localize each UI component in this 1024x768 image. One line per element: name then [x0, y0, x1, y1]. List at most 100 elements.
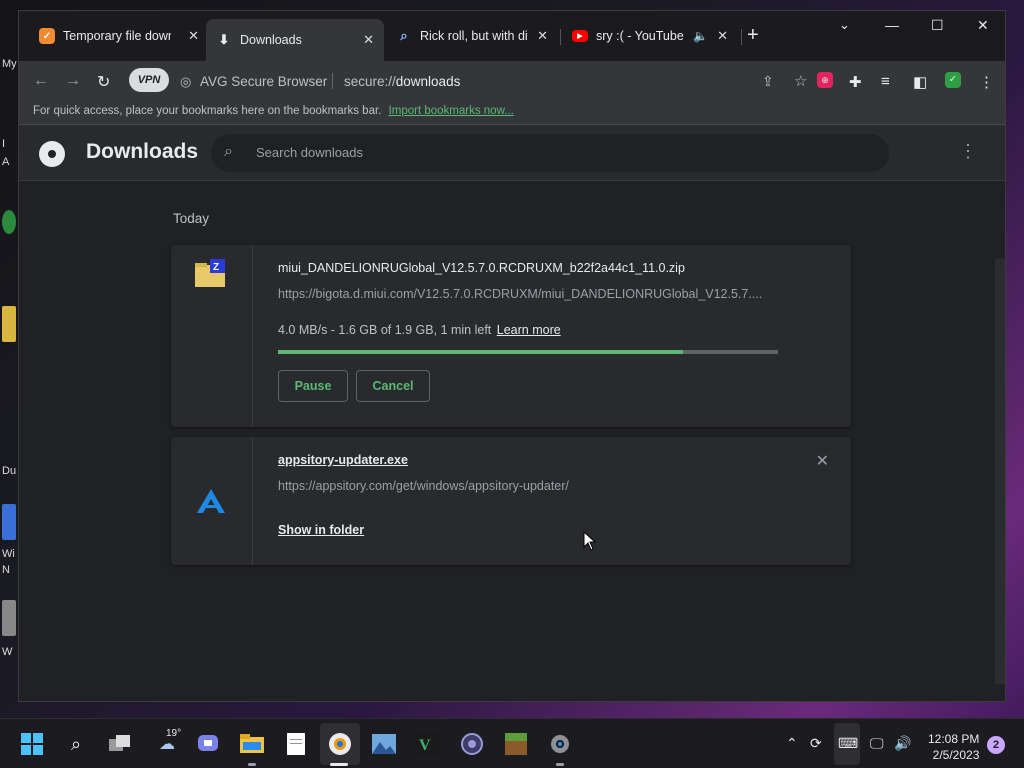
- clock[interactable]: 12:08 PM 2/5/2023: [928, 731, 979, 763]
- notepad-icon[interactable]: [284, 732, 308, 756]
- more-options-icon[interactable]: ⋮: [959, 141, 977, 162]
- sync-icon[interactable]: ⟳: [810, 735, 822, 752]
- task-view-icon[interactable]: [108, 732, 132, 756]
- download-item: appsitory-updater.exe https://appsitory.…: [171, 437, 851, 565]
- page-title: Downloads: [86, 140, 199, 163]
- url-text[interactable]: secure://downloads: [344, 74, 460, 89]
- forward-arrow-icon[interactable]: →: [65, 72, 81, 90]
- audio-playing-icon[interactable]: 🔈: [693, 29, 708, 43]
- svg-text:Z: Z: [213, 262, 219, 273]
- bookmarks-message: For quick access, place your bookmarks h…: [33, 105, 382, 117]
- tab-separator: [741, 29, 742, 45]
- avg-browser-icon[interactable]: [328, 732, 352, 756]
- side-panel-icon[interactable]: ◧: [913, 73, 927, 91]
- file-name-link[interactable]: appsitory-updater.exe: [278, 453, 408, 467]
- mouse-cursor-icon: [583, 531, 597, 551]
- address-bar[interactable]: ◎ AVG Secure Browser secure://downloads …: [174, 66, 807, 96]
- weather-widget[interactable]: ☁ 19°: [152, 728, 182, 756]
- learn-more-link[interactable]: Learn more: [497, 323, 561, 337]
- close-icon[interactable]: ✕: [537, 28, 548, 44]
- desktop-icon[interactable]: [2, 210, 16, 234]
- tab-temporary-file[interactable]: ✓ Temporary file download ✕: [29, 19, 209, 53]
- tab-downloads[interactable]: ⬇ Downloads ✕: [206, 19, 384, 61]
- tab-rick-roll[interactable]: ⌕ Rick roll, but with different ✕: [386, 19, 558, 53]
- file-url[interactable]: https://appsitory.com/get/windows/appsit…: [278, 479, 778, 493]
- settings-gear-icon[interactable]: [548, 732, 572, 756]
- minimize-button[interactable]: —: [885, 17, 899, 33]
- extensions-puzzle-icon[interactable]: ✚: [849, 73, 862, 91]
- download-icon: ⬇: [218, 32, 230, 47]
- new-tab-button[interactable]: +: [747, 24, 759, 47]
- tab-separator: [560, 29, 561, 45]
- volume-icon[interactable]: 🔊: [894, 735, 911, 752]
- desktop-icon[interactable]: [2, 306, 16, 342]
- menu-kebab-icon[interactable]: ⋮: [979, 73, 994, 91]
- notification-badge[interactable]: 2: [987, 736, 1005, 754]
- tab-youtube[interactable]: ▶ sry :( - YouTube 🔈 ✕: [562, 19, 738, 53]
- svg-text:V: V: [419, 737, 431, 754]
- desktop-icon[interactable]: [2, 600, 16, 636]
- download-progress-bar: [278, 350, 778, 354]
- bookmarks-bar: For quick access, place your bookmarks h…: [19, 101, 1005, 125]
- file-icon-area: Z: [171, 245, 253, 427]
- file-explorer-icon[interactable]: [240, 732, 264, 756]
- close-icon[interactable]: ✕: [717, 28, 728, 44]
- download-item: Z miui_DANDELIONRUGlobal_V12.5.7.0.RCDRU…: [171, 245, 851, 427]
- desktop-label: N: [2, 564, 10, 576]
- media-queue-icon[interactable]: ≡: [881, 73, 890, 90]
- chevron-up-icon[interactable]: ⌃: [786, 735, 798, 752]
- back-arrow-icon[interactable]: ←: [33, 72, 49, 90]
- running-indicator: [248, 763, 256, 766]
- desktop-strip: My I A Du Wi N W: [0, 0, 18, 700]
- avg-icon: ✓: [39, 28, 55, 44]
- appsitory-icon: [197, 489, 225, 513]
- download-status: 4.0 MB/s - 1.6 GB of 1.9 GB, 1 min left …: [278, 323, 561, 337]
- remove-item-close-icon[interactable]: ✕: [816, 451, 829, 471]
- close-icon[interactable]: ✕: [188, 28, 199, 44]
- search-icon[interactable]: ⌕: [224, 143, 233, 161]
- tab-search-chevron-icon[interactable]: ⌄: [839, 17, 850, 33]
- youtube-icon: ▶: [572, 30, 588, 42]
- show-in-folder-link[interactable]: Show in folder: [278, 523, 364, 537]
- running-indicator: [556, 763, 564, 766]
- share-icon[interactable]: ⇪: [762, 73, 774, 90]
- browser-toolbar: ← → ↻ VPN ◎ AVG Secure Browser secure://…: [19, 61, 1005, 101]
- desktop-label: My: [2, 58, 17, 70]
- secure-shield-icon[interactable]: ◎: [180, 74, 191, 90]
- import-bookmarks-link[interactable]: Import bookmarks now...: [389, 105, 514, 117]
- date-group-label: Today: [173, 211, 210, 226]
- photos-icon[interactable]: [372, 732, 396, 756]
- bookmark-star-icon[interactable]: ☆: [794, 72, 807, 90]
- gta-app-icon[interactable]: V: [416, 732, 440, 756]
- keyboard-icon[interactable]: ⌨: [838, 735, 858, 752]
- close-icon[interactable]: ✕: [363, 32, 374, 48]
- taskbar: ⌕ ☁ 19° V ⌃ ⟳ ⌨ 🖵 🔊 12:08 PM 2/5/2023 2: [0, 718, 1024, 768]
- teams-chat-icon[interactable]: [196, 732, 220, 756]
- vpn-button[interactable]: VPN: [129, 68, 169, 92]
- desktop-icon[interactable]: [2, 504, 16, 540]
- downloads-header: Downloads ⌕ Search downloads ⋮: [19, 125, 1005, 181]
- close-window-button[interactable]: ✕: [977, 17, 989, 34]
- browser-window: ✓ Temporary file download ✕ ⬇ Downloads …: [18, 10, 1006, 702]
- file-url[interactable]: https://bigota.d.miui.com/V12.5.7.0.RCDR…: [278, 287, 778, 301]
- search-icon[interactable]: ⌕: [64, 732, 88, 756]
- search-downloads-box[interactable]: ⌕ Search downloads: [211, 134, 889, 172]
- minecraft-icon[interactable]: [504, 732, 528, 756]
- cancel-button[interactable]: Cancel: [356, 370, 430, 402]
- game-launcher-icon[interactable]: [460, 732, 484, 756]
- pause-button[interactable]: Pause: [278, 370, 348, 402]
- downloads-list: Today Z miui_DANDELIONRUGlobal_V12.5.7.0…: [19, 181, 1005, 693]
- reload-icon[interactable]: ↻: [97, 72, 110, 92]
- scrollbar[interactable]: [995, 259, 1005, 684]
- desktop-label: I: [2, 138, 6, 150]
- browser-logo-icon: [39, 141, 65, 167]
- start-windows-icon[interactable]: [20, 732, 44, 756]
- network-icon[interactable]: 🖵: [870, 735, 884, 752]
- avg-shield-icon[interactable]: ✓: [945, 72, 961, 88]
- desktop-label: W: [2, 646, 13, 658]
- password-manager-icon[interactable]: ⊕: [817, 72, 833, 88]
- running-indicator: [330, 763, 348, 766]
- progress-fill: [278, 350, 683, 354]
- search-input[interactable]: Search downloads: [256, 145, 363, 160]
- maximize-button[interactable]: ☐: [931, 17, 944, 34]
